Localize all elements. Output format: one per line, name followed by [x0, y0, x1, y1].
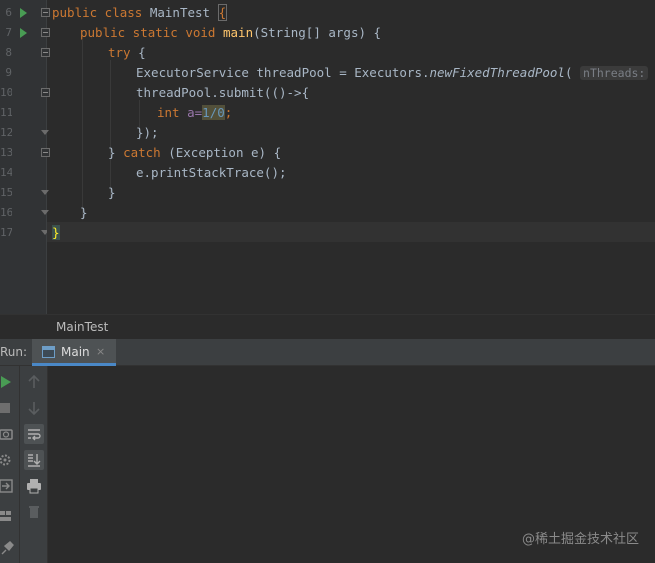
line-number: 11	[0, 106, 12, 119]
arrow-up-icon[interactable]	[24, 372, 44, 392]
static-method: newFixedThreadPool	[429, 65, 565, 80]
line-number: 14	[0, 166, 12, 179]
code-line-10: threadPool.submit(()->{	[136, 83, 309, 103]
breadcrumb[interactable]: MainTest	[56, 320, 108, 334]
fold-icon[interactable]	[41, 48, 50, 57]
soft-wrap-icon[interactable]	[24, 424, 44, 444]
gear-icon[interactable]	[0, 450, 20, 470]
line-number: 6	[5, 6, 12, 19]
keyword: public class	[52, 5, 150, 20]
statement: threadPool.submit(()->{	[136, 85, 310, 100]
print-icon[interactable]	[24, 476, 44, 496]
scroll-to-end-icon[interactable]	[24, 450, 44, 470]
camera-icon[interactable]	[0, 424, 20, 444]
close-icon[interactable]: ×	[96, 345, 105, 358]
keyword: catch	[123, 145, 169, 160]
run-toolbar-primary	[0, 366, 20, 563]
line-number-gutter: 6 7 8 9 10 11 12 13 14 15 16 17	[0, 0, 14, 314]
line-number: 10	[0, 86, 12, 99]
statement: ExecutorService threadPool = Executors.	[136, 65, 430, 80]
brace: {	[138, 45, 146, 60]
code-line-11: int a=1/0;	[157, 103, 232, 123]
brace: }	[108, 145, 124, 160]
params: (Exception e) {	[168, 145, 282, 160]
fold-icon[interactable]	[41, 8, 50, 17]
run-panel-header: Run: Main ×	[0, 339, 655, 366]
pin-icon[interactable]	[0, 538, 20, 558]
breadcrumb-bar: MainTest	[0, 314, 655, 339]
line-number: 15	[0, 186, 12, 199]
variable: a=	[187, 105, 203, 120]
stop-icon[interactable]	[0, 398, 20, 418]
line-number: 7	[5, 26, 12, 39]
code-line-8: try {	[108, 43, 146, 63]
code-line-17: }	[52, 223, 60, 243]
params: (String[] args) {	[253, 25, 382, 40]
tab-main[interactable]: Main ×	[32, 339, 116, 366]
indent-guide	[82, 40, 83, 220]
code-line-9: ExecutorService threadPool = Executors.n…	[136, 63, 655, 83]
code-line-7: public static void main(String[] args) {	[80, 23, 381, 43]
brace: }	[80, 205, 88, 220]
line-number: 13	[0, 146, 12, 159]
code-line-16: }	[80, 203, 88, 223]
code-line-13: } catch (Exception e) {	[108, 143, 281, 163]
line-number: 8	[5, 46, 12, 59]
run-toolbar-secondary	[20, 366, 48, 563]
trash-icon[interactable]	[24, 502, 44, 522]
keyword: int	[157, 105, 188, 120]
brace: {	[217, 4, 228, 21]
code-line-6: public class MainTest {	[52, 3, 228, 23]
method-name: main	[223, 25, 254, 40]
code-line-12: });	[136, 123, 159, 143]
run-main-icon[interactable]	[20, 28, 27, 38]
exit-icon[interactable]	[0, 476, 20, 496]
fold-end-icon[interactable]	[41, 210, 50, 219]
line-number: 16	[0, 206, 12, 219]
console-icon	[42, 346, 55, 358]
paren: (	[564, 65, 573, 80]
line-number: 9	[5, 66, 12, 79]
layout-icon[interactable]	[0, 506, 20, 526]
code-editor[interactable]: 6 7 8 9 10 11 12 13 14 15 16 17 public c…	[0, 0, 655, 314]
line-number: 12	[0, 126, 12, 139]
fold-end-icon[interactable]	[41, 130, 50, 139]
tab-label: Main	[61, 345, 90, 359]
code-line-14: e.printStackTrace();	[136, 163, 287, 183]
keyword: try	[108, 45, 139, 60]
fold-icon[interactable]	[41, 88, 50, 97]
indent-guide	[110, 60, 111, 200]
fold-icon[interactable]	[41, 28, 50, 37]
fold-icon[interactable]	[41, 148, 50, 157]
keyword: public static void	[80, 25, 223, 40]
play-icon[interactable]	[0, 372, 20, 392]
line-number: 17	[0, 226, 12, 239]
current-line-highlight	[47, 222, 655, 242]
run-panel-label: Run:	[0, 345, 28, 359]
watermark: @稀土掘金技术社区	[521, 532, 639, 547]
fold-end-icon[interactable]	[41, 190, 50, 199]
run-class-icon[interactable]	[20, 8, 27, 18]
statement: });	[136, 125, 159, 140]
semicolon: ;	[224, 105, 233, 120]
class-name: MainTest	[149, 5, 218, 20]
brace: }	[108, 185, 116, 200]
parameter-hint: nThreads:	[580, 66, 649, 80]
code-line-15: }	[108, 183, 116, 203]
statement: e.printStackTrace();	[136, 165, 287, 180]
warning-expression: 1/0	[202, 105, 225, 120]
matched-brace: }	[52, 225, 60, 240]
arrow-down-icon[interactable]	[24, 398, 44, 418]
